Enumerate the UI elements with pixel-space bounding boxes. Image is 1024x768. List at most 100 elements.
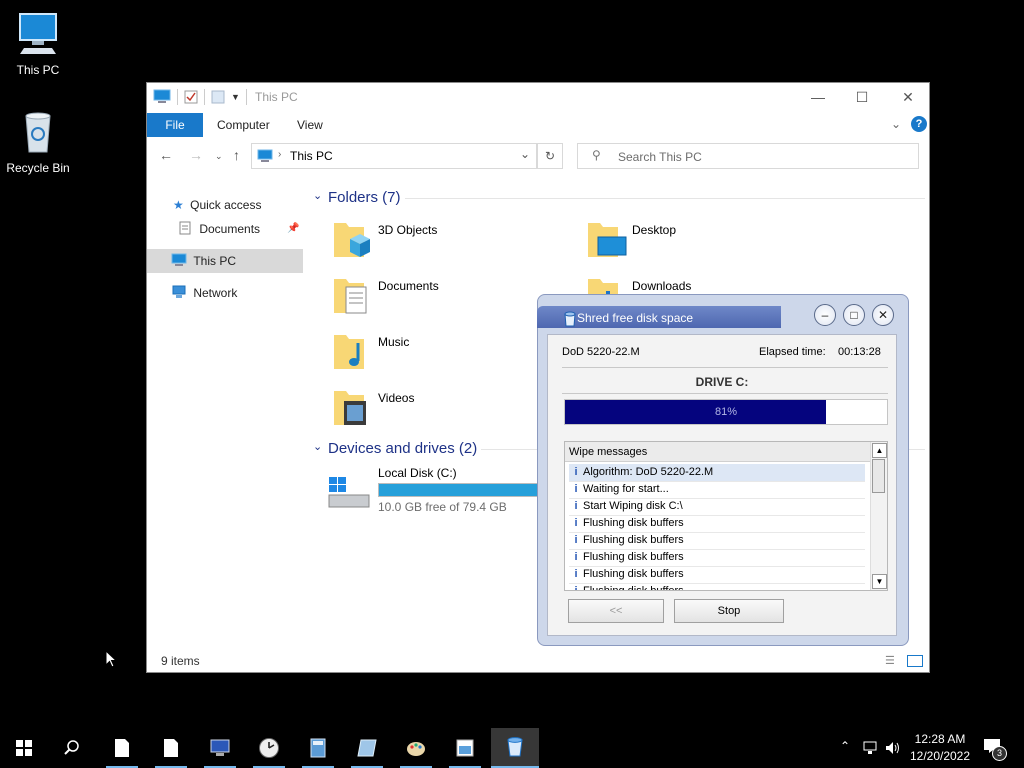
search-button[interactable] — [48, 728, 96, 768]
stop-button[interactable]: Stop — [674, 599, 784, 623]
minimize-button[interactable]: — — [795, 83, 841, 111]
taskbar-app-editor[interactable] — [343, 728, 391, 768]
breadcrumb[interactable]: This PC — [290, 149, 333, 163]
close-button[interactable]: ✕ — [885, 83, 931, 111]
search-placeholder: Search This PC — [618, 150, 702, 164]
desktop-icon-recycle-bin[interactable]: Recycle Bin — [0, 108, 76, 175]
nav-item-label: Network — [193, 286, 238, 300]
elapsed-time-label: Elapsed time: — [759, 346, 826, 358]
document-icon — [115, 739, 129, 757]
list-item[interactable]: i Flushing disk buffers — [569, 549, 865, 567]
monitor-icon — [210, 739, 230, 756]
quick-access-toolbar: ▼ — [153, 89, 247, 105]
videos-folder-icon — [334, 391, 366, 425]
start-button[interactable] — [0, 728, 48, 768]
info-icon: i — [574, 500, 578, 512]
forward-arrow-icon[interactable]: → — [189, 147, 203, 163]
list-item[interactable]: i Flushing disk buffers — [569, 532, 865, 550]
search-icon: ⚲ — [592, 148, 601, 162]
clock-date: 12/20/2022 — [909, 749, 971, 763]
list-header[interactable]: Wipe messages — [565, 442, 871, 462]
windows-drive-icon — [328, 477, 370, 508]
large-icons-view-icon[interactable] — [907, 655, 923, 667]
dialog-maximize-button[interactable]: □ — [843, 304, 865, 326]
taskbar-app-shredder[interactable] — [491, 728, 539, 768]
maximize-button[interactable]: ☐ — [839, 83, 885, 111]
refresh-button[interactable]: ↻ — [537, 143, 563, 169]
list-item[interactable]: i Algorithm: DoD 5220-22.M — [569, 464, 865, 482]
scroll-down-arrow-icon[interactable]: ▼ — [872, 574, 887, 589]
list-item[interactable]: i Start Wiping disk C:\ — [569, 498, 865, 516]
back-arrow-icon[interactable]: ← — [159, 147, 173, 163]
picture-icon — [456, 739, 474, 757]
divider — [562, 367, 888, 368]
taskbar-app-notepad-2[interactable] — [147, 728, 195, 768]
group-header-folders[interactable]: Folders (7) — [328, 189, 401, 206]
nav-item-documents[interactable]: Documents 📌 — [179, 217, 303, 241]
recent-locations-chevron-icon[interactable]: ⌄ — [215, 151, 223, 162]
group-header-devices[interactable]: Devices and drives (2) — [328, 440, 477, 457]
dialog-minimize-button[interactable]: – — [814, 304, 836, 326]
taskbar-app-image-viewer[interactable] — [441, 728, 489, 768]
folder-3d-objects[interactable]: 3D Objects — [332, 217, 582, 267]
divider — [177, 89, 178, 105]
tab-computer[interactable]: Computer — [203, 113, 284, 137]
folder-desktop[interactable]: Desktop — [586, 217, 836, 267]
recycle-bin-icon — [25, 112, 51, 153]
message-text: Algorithm: DoD 5220-22.M — [583, 466, 714, 478]
details-view-icon[interactable]: ☰ — [885, 654, 895, 667]
tab-file[interactable]: File — [147, 113, 203, 137]
title-bar: ▼ This PC — ☐ ✕ — [147, 83, 929, 111]
search-input[interactable]: ⚲ Search This PC — [577, 143, 919, 169]
taskbar: ⌃ 12:28 AM 12/20/2022 3 — [0, 728, 1024, 768]
expand-ribbon-chevron-icon[interactable]: ⌄ — [891, 117, 901, 131]
taskbar-clock[interactable]: 12:28 AM 12/20/2022 — [905, 731, 975, 765]
back-button[interactable]: << — [568, 599, 664, 623]
address-bar[interactable]: › This PC ⌄ — [251, 143, 537, 169]
help-icon[interactable]: ? — [911, 116, 927, 132]
collapse-chevron-icon[interactable]: ⌄ — [313, 440, 322, 453]
volume-icon[interactable] — [885, 741, 901, 755]
desktop-icon-this-pc[interactable]: This PC — [0, 10, 76, 77]
new-folder-icon[interactable] — [211, 90, 225, 104]
nav-item-quick-access[interactable]: ★ Quick access — [173, 193, 303, 217]
message-text: Flushing disk buffers — [583, 568, 684, 580]
message-text: Waiting for start... — [583, 483, 669, 495]
network-icon[interactable] — [863, 741, 879, 755]
tab-view[interactable]: View — [283, 113, 337, 137]
taskbar-app-notepad-1[interactable] — [98, 728, 146, 768]
dialog-close-button[interactable]: ✕ — [872, 304, 894, 326]
desktop-icon-label: This PC — [16, 63, 60, 77]
folder-label: Music — [378, 335, 410, 349]
window-title: This PC — [255, 90, 298, 104]
wipe-messages-list[interactable]: Wipe messages ▲ ▼ i Algorithm: DoD 5220-2… — [564, 441, 888, 591]
info-icon: i — [574, 517, 578, 529]
list-item[interactable]: i Flushing disk buffers — [569, 583, 865, 590]
customize-toolbar-chevron-icon[interactable]: ▼ — [231, 92, 240, 102]
list-item[interactable]: i Waiting for start... — [569, 481, 865, 499]
nav-item-network[interactable]: Network — [171, 281, 303, 305]
computer-icon — [153, 89, 171, 103]
scroll-up-arrow-icon[interactable]: ▲ — [872, 443, 887, 458]
taskbar-app-clock[interactable] — [245, 728, 293, 768]
network-icon — [172, 285, 186, 298]
collapse-chevron-icon[interactable]: ⌄ — [313, 189, 322, 202]
nav-item-label: Quick access — [190, 198, 262, 212]
folder-label: Videos — [378, 391, 415, 405]
list-item[interactable]: i Flushing disk buffers — [569, 566, 865, 584]
divider — [562, 393, 888, 394]
pin-icon[interactable]: 📌 — [287, 217, 299, 241]
scroll-thumb[interactable] — [872, 459, 885, 493]
properties-icon[interactable] — [184, 90, 198, 104]
taskbar-app-calculator[interactable] — [294, 728, 342, 768]
vertical-scrollbar[interactable]: ▲ ▼ — [870, 442, 887, 590]
list-item[interactable]: i Flushing disk buffers — [569, 515, 865, 533]
nav-item-this-pc[interactable]: This PC — [147, 249, 303, 273]
up-arrow-icon[interactable]: ↑ — [233, 147, 240, 163]
action-center-button[interactable]: 3 — [983, 738, 1007, 761]
folder-label: Desktop — [632, 223, 677, 237]
address-dropdown-chevron-icon[interactable]: ⌄ — [520, 147, 530, 161]
taskbar-app-system-monitor[interactable] — [196, 728, 244, 768]
show-hidden-icons-chevron-icon[interactable]: ⌃ — [840, 739, 850, 753]
taskbar-app-paint[interactable] — [392, 728, 440, 768]
